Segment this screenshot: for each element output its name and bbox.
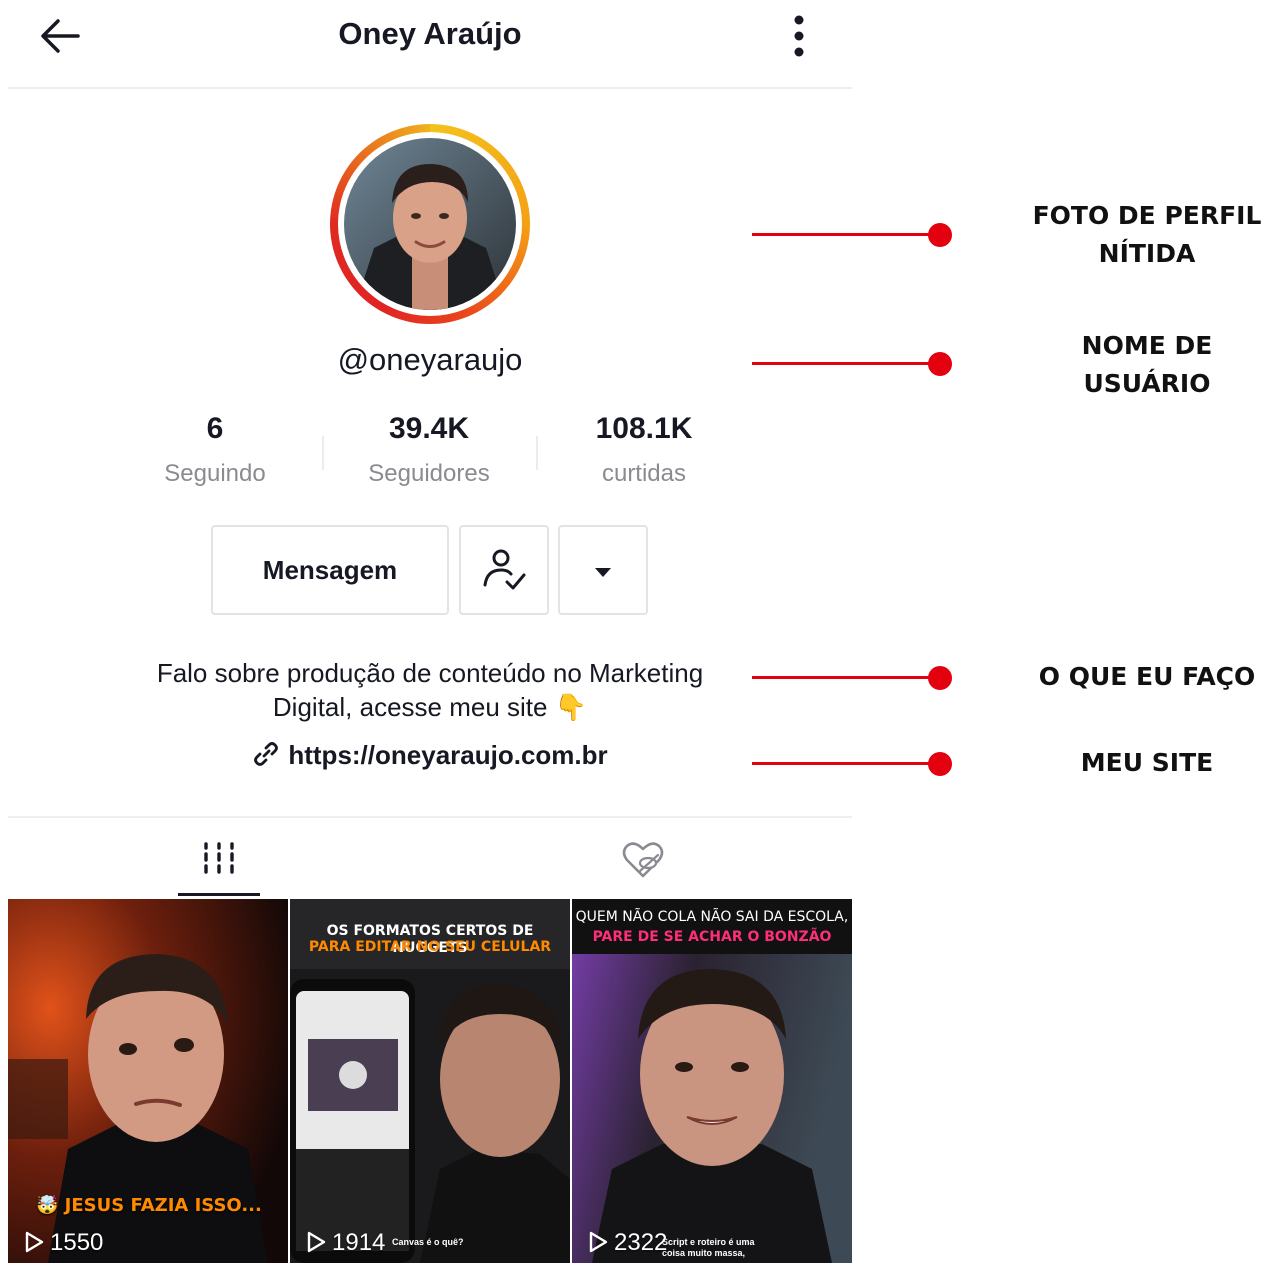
annotation-label-username: NOME DE USUÁRIO: [1022, 327, 1272, 403]
hidden-heart-icon: [622, 842, 664, 878]
annotation-text: NÍTIDA: [1098, 239, 1196, 268]
view-count-value: 1550: [50, 1229, 104, 1256]
following-status-button[interactable]: [459, 525, 549, 615]
annotation-text: FOTO DE PERFIL: [1032, 201, 1262, 230]
video-caption: 🤯 JESUS FAZIA ISSO...: [36, 1195, 262, 1216]
video-thumbnail[interactable]: QUEM NÃO COLA NÃO SAI DA ESCOLA, PARE DE…: [572, 899, 852, 1263]
bio: Falo sobre produção de conteúdo no Marke…: [80, 656, 780, 724]
video-caption-top: PARE DE SE ACHAR O BONZÃO: [592, 929, 832, 945]
play-icon: [25, 1231, 44, 1253]
more-options-button[interactable]: [784, 12, 814, 60]
link-icon: [254, 742, 279, 766]
annotation-label-profile-photo: FOTO DE PERFIL NÍTIDA: [1022, 197, 1272, 273]
stat-label: curtidas: [601, 460, 687, 487]
avatar: [344, 138, 516, 310]
active-tab-indicator: [178, 893, 260, 896]
caret-down-icon: [595, 568, 611, 577]
view-count-value: 2322: [614, 1229, 668, 1256]
annotation-line: [752, 233, 940, 236]
annotation-dot: [928, 752, 952, 776]
annotation-label-site: MEU SITE: [1022, 744, 1272, 782]
video-subtitle-line: Script e roteiro é uma: [662, 1237, 755, 1247]
annotation-text: O QUE EU FAÇO: [1038, 662, 1256, 691]
stat-divider: [322, 436, 324, 470]
annotation-line: [752, 676, 940, 679]
view-count: 1550: [24, 1229, 103, 1257]
section-divider: [8, 816, 852, 818]
annotation-dot: [928, 352, 952, 376]
avatar-story-ring[interactable]: [330, 124, 530, 324]
video-caption-top: PARA EDITAR NO SEU CELULAR: [308, 939, 552, 955]
stat-divider: [536, 436, 538, 470]
header-divider: [8, 87, 852, 89]
suggested-accounts-button[interactable]: [558, 525, 648, 615]
profile-screen: Oney Araújo @oneyaraujo 6 Seguindo 39.4K…: [0, 0, 860, 1263]
stat-value: 6: [206, 412, 224, 445]
website-link[interactable]: https://oneyaraujo.com.br: [0, 740, 860, 771]
kebab-menu-icon: [794, 15, 804, 57]
video-subtitle: Script e roteiro é uma coisa muito massa…: [662, 1237, 755, 1259]
video-thumbnail[interactable]: OS FORMATOS CERTOS DE NUGGETS PARA EDITA…: [290, 899, 570, 1263]
tab-videos[interactable]: [179, 836, 259, 886]
video-subtitle-line: coisa muito massa,: [662, 1248, 746, 1258]
view-count: 2322: [588, 1229, 667, 1257]
annotation-text: MEU SITE: [1080, 748, 1214, 777]
annotation-line: [752, 362, 940, 365]
video-thumbnail[interactable]: 🤯 JESUS FAZIA ISSO... 1550: [8, 899, 288, 1263]
stat-following[interactable]: 6 Seguindo: [125, 412, 305, 488]
stat-likes[interactable]: 108.1K curtidas: [554, 412, 734, 488]
annotation-dot: [928, 223, 952, 247]
bio-line: Digital, acesse meu site 👇: [272, 692, 588, 722]
video-subtitle: Canvas é o quê?: [392, 1237, 464, 1247]
user-check-icon: [483, 549, 526, 590]
stat-label: Seguidores: [368, 460, 490, 487]
stat-followers[interactable]: 39.4K Seguidores: [339, 412, 519, 488]
annotation-line: [752, 762, 940, 765]
video-caption-top: QUEM NÃO COLA NÃO SAI DA ESCOLA,: [575, 909, 849, 925]
stat-value: 39.4K: [388, 412, 470, 445]
annotation-dot: [928, 666, 952, 690]
message-button[interactable]: Mensagem: [211, 525, 449, 615]
annotation-label-bio: O QUE EU FAÇO: [1022, 658, 1272, 696]
stat-value: 108.1K: [595, 412, 693, 445]
username: @oneyaraujo: [337, 342, 523, 377]
play-icon: [307, 1231, 326, 1253]
view-count-value: 1914: [332, 1229, 386, 1256]
annotation-text: NOME DE: [1081, 331, 1213, 360]
view-count: 1914: [306, 1229, 385, 1257]
annotation-text: USUÁRIO: [1083, 369, 1211, 398]
grid-icon: [204, 842, 234, 874]
website-url: https://oneyaraujo.com.br: [288, 740, 608, 770]
tab-liked[interactable]: [603, 836, 683, 886]
page-title: Oney Araújo: [338, 16, 522, 51]
stat-label: Seguindo: [164, 460, 266, 487]
bio-line: Falo sobre produção de conteúdo no Marke…: [156, 658, 704, 688]
play-icon: [589, 1231, 608, 1253]
